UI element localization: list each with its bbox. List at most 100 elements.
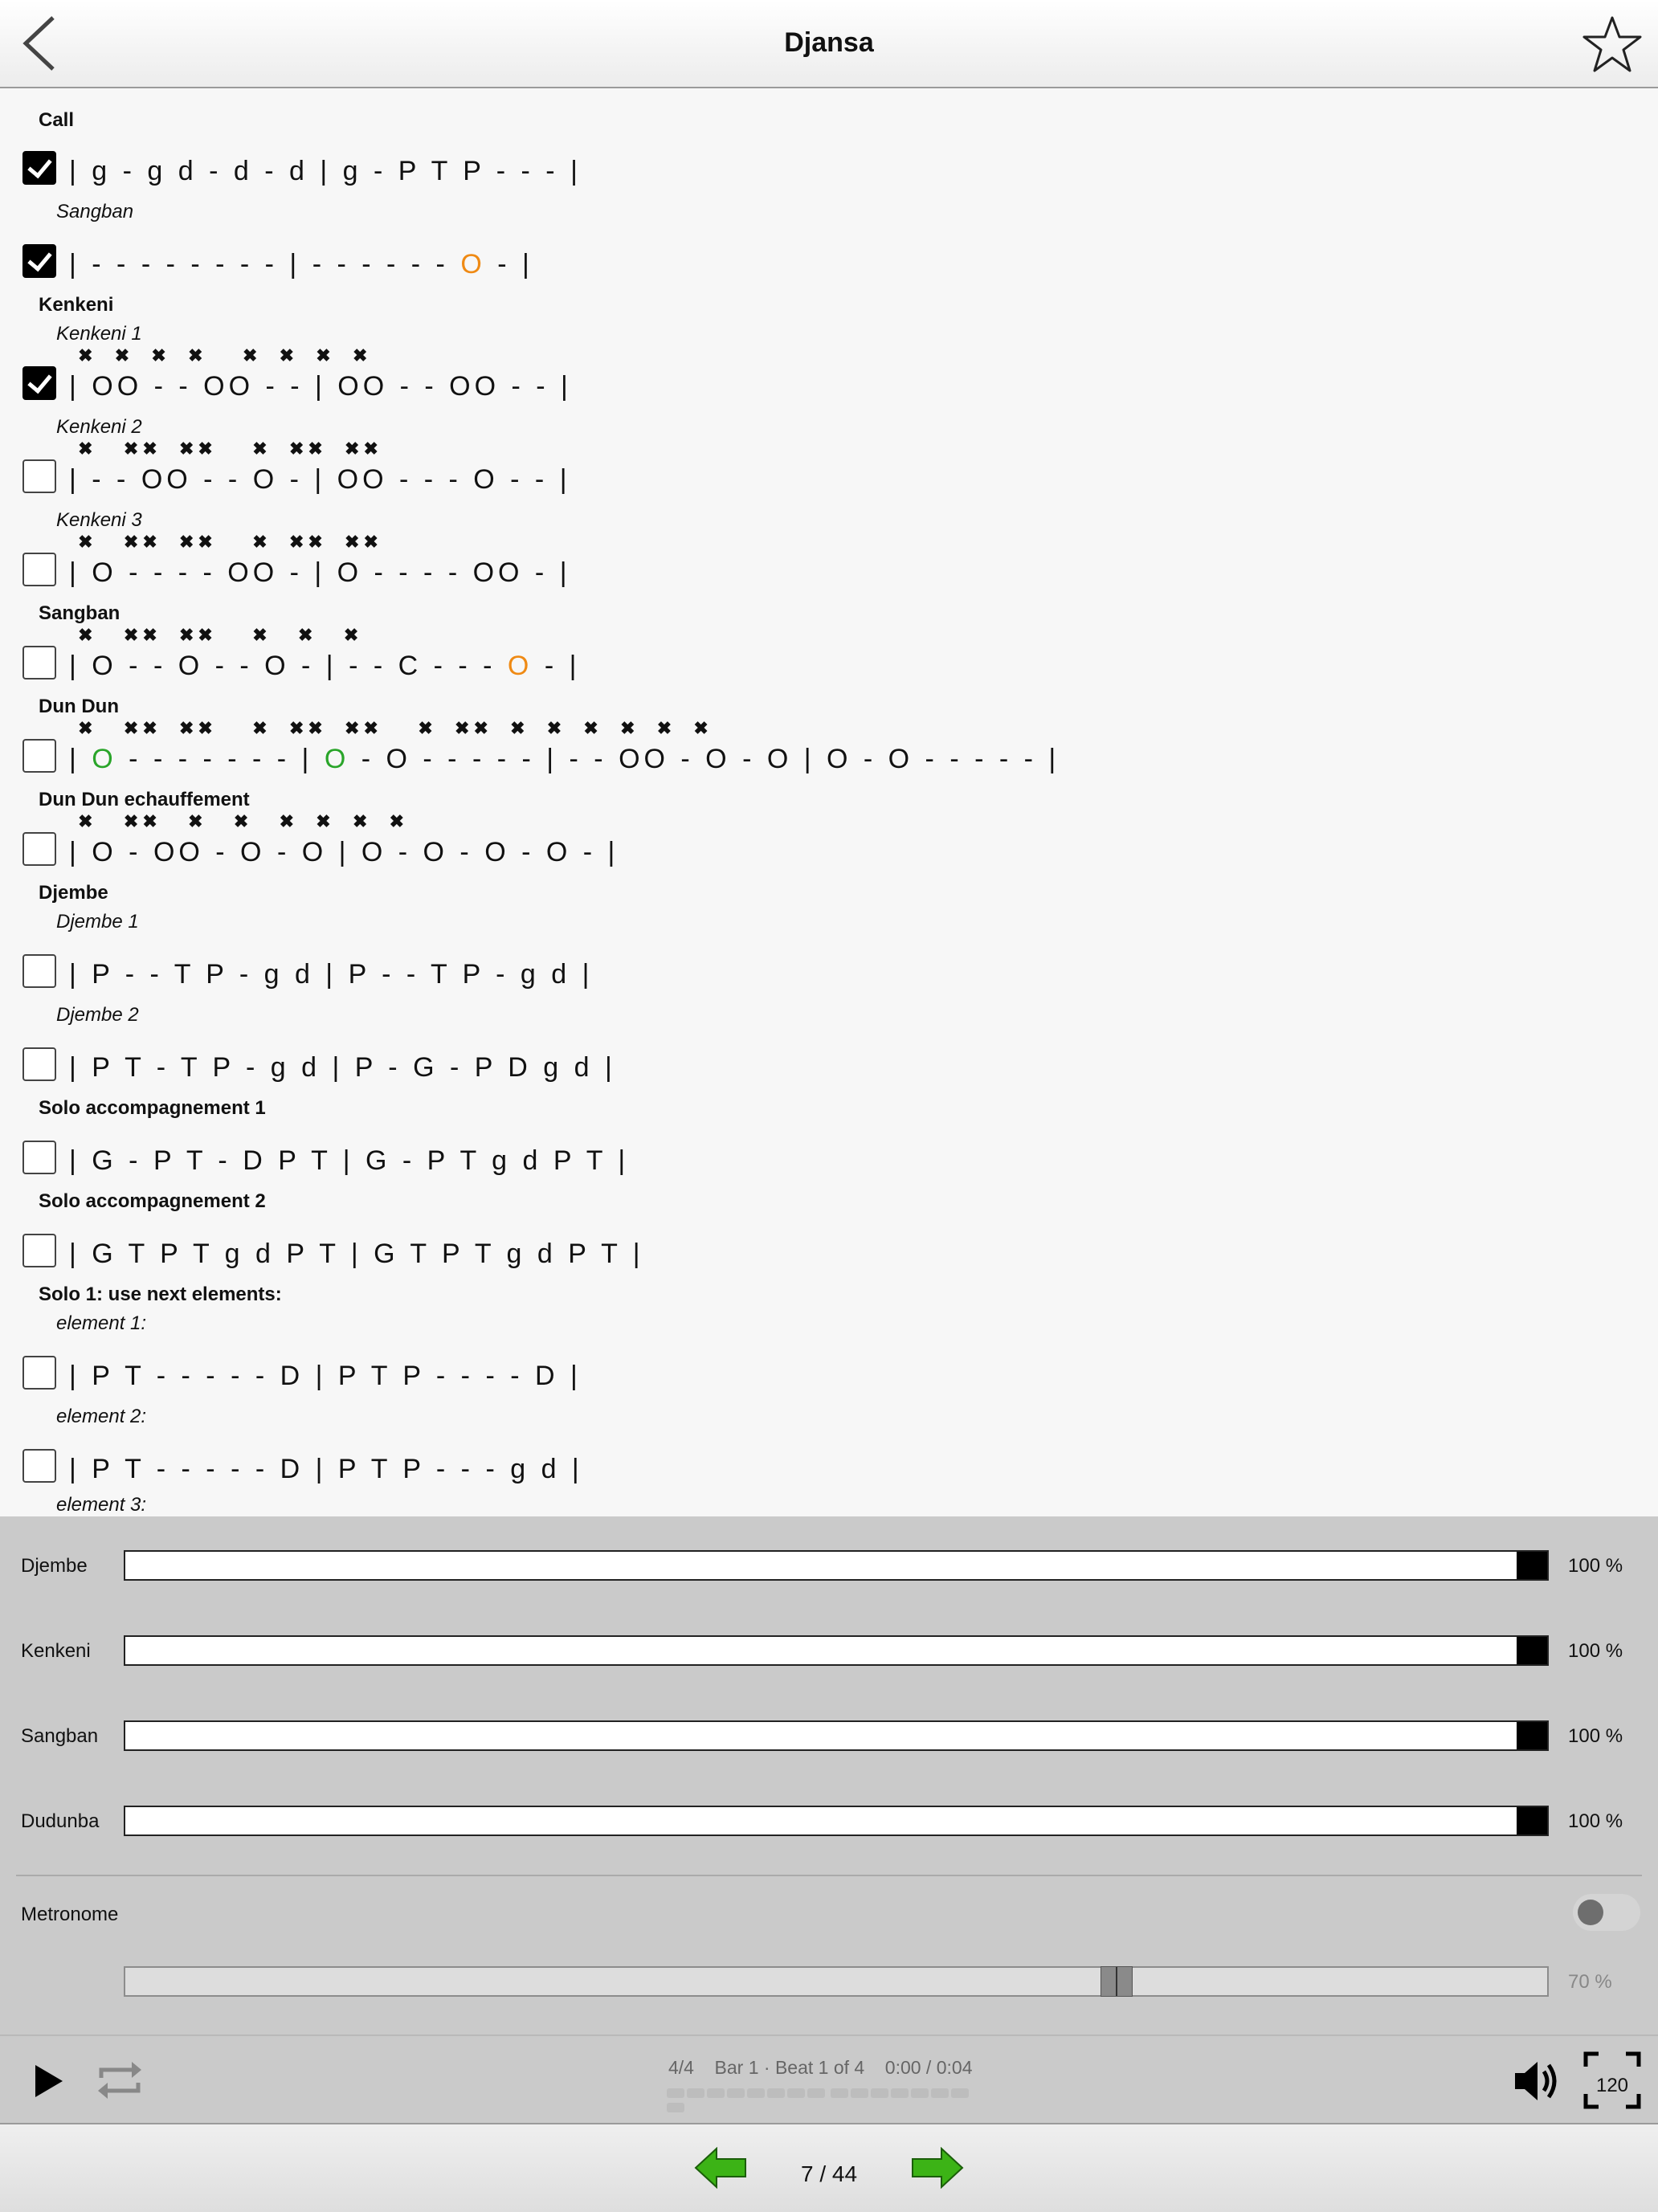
section-title: Dun Dun [39, 696, 119, 717]
track-checkbox[interactable] [22, 1141, 56, 1174]
pattern-text: | - - - - - - - - | - - - - - - O - | [69, 249, 533, 280]
subsection-title: Djembe 1 [56, 911, 139, 933]
accent-marks: ✖ ✖ ✖ ✖ ✖ ✖ ✖ ✖ [69, 345, 372, 365]
track-checkbox[interactable] [22, 646, 56, 680]
track-checkbox[interactable] [22, 739, 56, 773]
track-checkbox[interactable] [22, 151, 56, 185]
section-title: Solo 1: use next elements: [39, 1284, 282, 1305]
pattern-text: | g - g d - d - d | g - P T P - - - | [69, 156, 582, 186]
volume-speaker-icon[interactable] [1513, 2059, 1562, 2104]
section-title: Solo accompagnement 1 [39, 1097, 266, 1119]
subsection-title: element 3: [56, 1494, 147, 1516]
subsection-title: Kenkeni 2 [56, 416, 142, 438]
pattern-text: | O - - - - OO - | O - - - - OO - | [69, 557, 571, 588]
metronome-percent: 70 % [1568, 1971, 1612, 1993]
track-checkbox[interactable] [22, 832, 56, 866]
section-title: Djembe [39, 882, 108, 904]
pattern-row-djembe-1[interactable]: | P - - T P - g d | P - - T P - g d | [0, 954, 1658, 1018]
toggle-knob [1578, 1900, 1603, 1925]
pattern-text: | P T - - - - - D | P T P - - - - D | [69, 1361, 582, 1391]
kenkeni-volume-slider[interactable] [124, 1635, 1549, 1666]
beat-progress [667, 2088, 991, 2112]
subsection-title: element 1: [56, 1312, 147, 1334]
djembe-volume-slider[interactable] [124, 1550, 1549, 1581]
page-indicator: 7 / 44 [800, 2161, 858, 2186]
pattern-row-sangban[interactable]: ✖ ✖✖ ✖✖ ✖ ✖ ✖ | O - - O - - O - | - - C … [0, 625, 1658, 710]
accent-marks: ✖ ✖✖ ✖✖ ✖ ✖✖ ✖✖ [69, 439, 382, 459]
slider-handle[interactable] [1517, 1807, 1547, 1834]
subsection-title: Djembe 2 [56, 1004, 139, 1026]
track-checkbox[interactable] [22, 1356, 56, 1390]
accent-marks: ✖ ✖✖ ✖✖ ✖ ✖ ✖ [69, 625, 363, 645]
tempo-value: 120 [1595, 2075, 1629, 2096]
metronome-volume-slider[interactable] [124, 1966, 1549, 1997]
track-label: Kenkeni [21, 1640, 91, 1662]
transport-bar: 4/4 Bar 1 · Beat 1 of 4 0:00 / 0:04 120 [0, 2034, 1658, 2124]
section-title: Call [39, 109, 75, 131]
pattern-row-kenkeni-3[interactable]: ✖ ✖✖ ✖✖ ✖ ✖✖ ✖✖ | O - - - - OO - | O - -… [0, 532, 1658, 617]
track-checkbox[interactable] [22, 459, 56, 493]
page-title: Djansa [784, 27, 874, 58]
pattern-text: | P - - T P - g d | P - - T P - g d | [69, 959, 594, 990]
track-label: Dudunba [21, 1810, 100, 1832]
subsection-title: Kenkeni 3 [56, 509, 142, 531]
track-checkbox[interactable] [22, 954, 56, 988]
rhythm-sheet: Call | g - g d - d - d | g - P T P - - -… [0, 88, 1658, 1516]
track-checkbox[interactable] [22, 1047, 56, 1081]
metronome-label: Metronome [21, 1904, 119, 1925]
subsection-title: element 2: [56, 1406, 147, 1427]
accent-note: O [324, 744, 350, 774]
track-checkbox[interactable] [22, 553, 56, 586]
track-checkbox[interactable] [22, 244, 56, 278]
pattern-text: | - - OO - - O - | OO - - - O - - | [69, 464, 571, 495]
pattern-row-kenkeni-2[interactable]: ✖ ✖✖ ✖✖ ✖ ✖✖ ✖✖ | - - OO - - O - | OO - … [0, 439, 1658, 524]
dudunba-volume-slider[interactable] [124, 1806, 1549, 1836]
accent-marks: ✖ ✖✖ ✖✖ ✖ ✖✖ ✖✖ ✖ ✖✖ ✖ ✖ ✖ ✖ ✖ ✖ [69, 718, 713, 738]
accent-note: O [92, 744, 117, 774]
metronome-toggle[interactable] [1573, 1894, 1640, 1931]
page-navigation: 7 / 44 [0, 2123, 1658, 2212]
pattern-row-element-1[interactable]: | P T - - - - - D | P T P - - - - D | [0, 1356, 1658, 1420]
accent-marks: ✖ ✖✖ ✖✖ ✖ ✖✖ ✖✖ [69, 532, 382, 552]
section-title: Sangban [39, 602, 120, 624]
pattern-row-dundun-echauffement[interactable]: ✖ ✖✖ ✖ ✖ ✖ ✖ ✖ ✖ | O - OO - O - O | O - … [0, 811, 1658, 896]
volume-percent: 100 % [1568, 1810, 1623, 1832]
accent-note: O [460, 249, 486, 280]
loop-icon[interactable] [95, 2057, 145, 2104]
slider-handle[interactable] [1101, 1966, 1133, 1997]
section-title: Dun Dun echauffement [39, 789, 250, 810]
favorite-star-icon[interactable] [1581, 14, 1644, 74]
divider [16, 1875, 1642, 1876]
track-checkbox[interactable] [22, 366, 56, 400]
mixer-panel: Djembe 100 % Kenkeni 100 % Sangban 100 %… [0, 1516, 1658, 2034]
pattern-row-call-sangban[interactable]: | - - - - - - - - | - - - - - - O - | [0, 244, 1658, 308]
volume-percent: 100 % [1568, 1640, 1623, 1662]
top-bar: Djansa [0, 0, 1658, 88]
track-label: Sangban [21, 1725, 99, 1747]
pattern-text: | G - P T - D P T | G - P T g d P T | [69, 1145, 630, 1176]
pattern-row-element-2[interactable]: | P T - - - - - D | P T P - - - g d | [0, 1449, 1658, 1513]
pattern-text: | O - - O - - O - | - - C - - - O - | [69, 651, 581, 681]
volume-percent: 100 % [1568, 1555, 1623, 1577]
pattern-text: | O - OO - O - O | O - O - O - O - | [69, 837, 619, 867]
accent-marks: ✖ ✖✖ ✖ ✖ ✖ ✖ ✖ ✖ [69, 811, 409, 831]
subsection-title: Kenkeni 1 [56, 323, 142, 345]
sangban-volume-slider[interactable] [124, 1720, 1549, 1751]
slider-handle[interactable] [1517, 1552, 1547, 1579]
pattern-text: | O - - - - - - - | O - O - - - - - | - … [69, 744, 1060, 774]
playback-status: 4/4 Bar 1 · Beat 1 of 4 0:00 / 0:04 [668, 2057, 973, 2078]
slider-handle[interactable] [1517, 1637, 1547, 1664]
section-title: Kenkeni [39, 294, 114, 316]
accent-note: O [507, 651, 533, 681]
pattern-text: | P T - - - - - D | P T P - - - g d | [69, 1454, 583, 1484]
track-checkbox[interactable] [22, 1449, 56, 1483]
slider-handle[interactable] [1517, 1722, 1547, 1749]
pattern-row-kenkeni-1[interactable]: ✖ ✖ ✖ ✖ ✖ ✖ ✖ ✖ | OO - - OO - - | OO - -… [0, 345, 1658, 431]
pattern-row-call[interactable]: | g - g d - d - d | g - P T P - - - | [0, 151, 1658, 215]
pattern-text: | OO - - OO - - | OO - - OO - - | [69, 371, 572, 402]
pattern-text: | P T - T P - g d | P - G - P D g d | [69, 1052, 616, 1083]
next-arrow-icon[interactable] [911, 2147, 964, 2189]
track-label: Djembe [21, 1555, 88, 1577]
play-icon[interactable] [32, 2063, 64, 2099]
track-checkbox[interactable] [22, 1234, 56, 1267]
